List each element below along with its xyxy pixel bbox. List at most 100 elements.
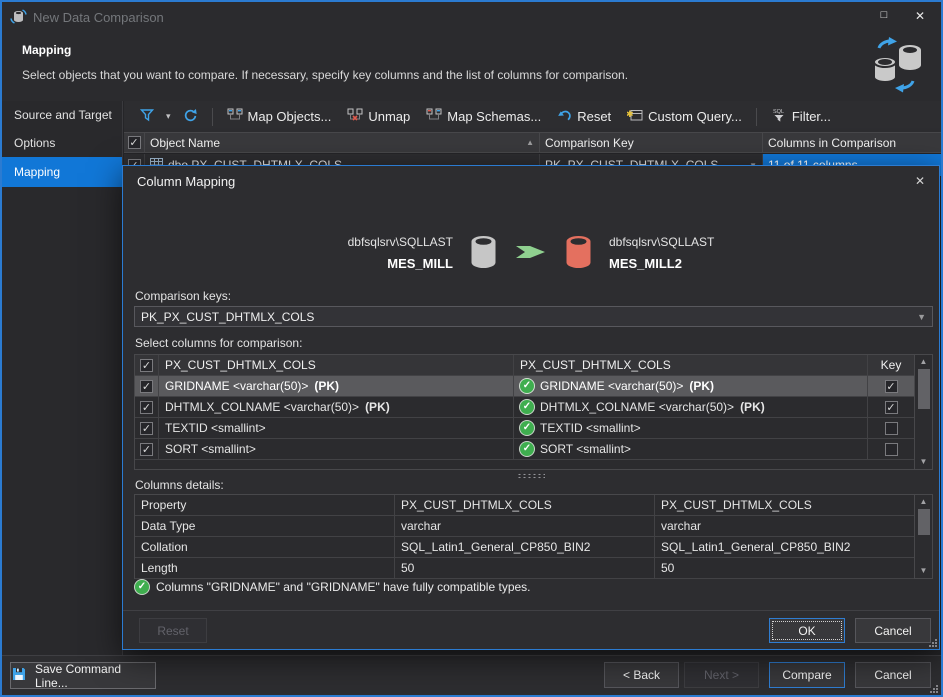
splitter-handle[interactable]: [517, 473, 545, 479]
refresh-button[interactable]: [177, 105, 204, 129]
mapped-ok-icon: [520, 442, 534, 456]
select-all-checkbox[interactable]: [128, 136, 141, 149]
column-header-object-name[interactable]: Object Name ▲: [145, 133, 540, 152]
columns-select-all-checkbox[interactable]: [140, 359, 153, 372]
dialog-close-button[interactable]: ✕: [915, 174, 925, 188]
window-resize-grip[interactable]: [928, 683, 938, 693]
columns-table-scrollbar[interactable]: ▲ ▼: [914, 355, 932, 469]
save-command-line-label: Save Command Line...: [35, 662, 155, 690]
page-description: Select objects that you want to compare.…: [22, 68, 628, 82]
dialog-reset-button[interactable]: Reset: [139, 618, 207, 643]
target-server-label: dbfsqlsrv\SQLLAST: [609, 232, 759, 253]
mapped-ok-icon: [520, 379, 534, 393]
sort-ascending-icon: ▲: [526, 138, 534, 147]
details-row-collation[interactable]: Collation SQL_Latin1_General_CP850_BIN2 …: [135, 537, 914, 558]
status-message: Columns "GRIDNAME" and "GRIDNAME" have f…: [156, 580, 531, 594]
row-checkbox[interactable]: [140, 401, 153, 414]
dialog-cancel-button[interactable]: Cancel: [855, 618, 931, 643]
reset-undo-icon: [557, 108, 572, 125]
columns-comparison-table: PX_CUST_DHTMLX_COLS PX_CUST_DHTMLX_COLS …: [134, 354, 933, 470]
target-table-header: PX_CUST_DHTMLX_COLS: [514, 355, 868, 375]
mapped-ok-icon: [520, 400, 534, 414]
column-mapping-dialog: Column Mapping ✕ dbfsqlsrv\SQLLAST MES_M…: [122, 165, 940, 650]
dialog-title: Column Mapping: [137, 174, 235, 189]
back-button[interactable]: < Back: [604, 662, 679, 688]
close-button[interactable]: ✕: [906, 9, 934, 27]
scroll-down-icon[interactable]: ▼: [915, 455, 932, 469]
key-checkbox[interactable]: [885, 443, 898, 456]
mapping-arrow-icon: [514, 243, 548, 264]
scroll-down-icon[interactable]: ▼: [915, 564, 932, 578]
details-table-scrollbar[interactable]: ▲ ▼: [914, 495, 932, 578]
filter-sql-button[interactable]: SQL Filter...: [765, 104, 837, 129]
unmap-button[interactable]: Unmap: [341, 105, 416, 128]
data-comparison-illustration-icon: [865, 35, 927, 98]
filter-funnel-icon: [140, 108, 154, 125]
column-header-comparison-key[interactable]: Comparison Key: [540, 133, 763, 152]
scroll-thumb[interactable]: [918, 369, 930, 409]
column-header-columns-in-comparison[interactable]: Columns in Comparison: [763, 133, 941, 152]
maximize-button[interactable]: □: [870, 9, 898, 27]
scroll-thumb[interactable]: [918, 509, 930, 535]
key-checkbox[interactable]: [885, 380, 898, 393]
row-checkbox[interactable]: [140, 380, 153, 393]
map-objects-icon: [227, 108, 243, 125]
dialog-button-separator: [123, 610, 939, 611]
map-objects-label: Map Objects...: [248, 109, 332, 124]
sidebar-item-mapping[interactable]: Mapping: [2, 157, 122, 187]
columns-details-label: Columns details:: [135, 478, 224, 492]
sidebar-item-options[interactable]: Options: [2, 129, 122, 157]
dialog-resize-grip[interactable]: [927, 637, 937, 647]
svg-text:✱: ✱: [627, 109, 634, 119]
filter-funnel-button[interactable]: [134, 105, 160, 128]
reset-mapping-label: Reset: [577, 109, 611, 124]
map-objects-button[interactable]: Map Objects...: [221, 105, 338, 128]
target-endpoint: dbfsqlsrv\SQLLAST MES_MILL2: [609, 232, 759, 274]
comparison-keys-combobox[interactable]: PK_PX_CUST_DHTMLX_COLS ▼: [134, 306, 933, 327]
source-server-label: dbfsqlsrv\SQLLAST: [303, 232, 453, 253]
wizard-header: Mapping Select objects that you want to …: [2, 33, 941, 101]
custom-query-button[interactable]: ✱ Custom Query...: [621, 105, 748, 128]
row-checkbox[interactable]: [140, 422, 153, 435]
source-database-icon: [469, 234, 498, 273]
window-cancel-button[interactable]: Cancel: [855, 662, 931, 688]
window-title: New Data Comparison: [33, 10, 164, 25]
dialog-ok-button[interactable]: OK: [769, 618, 845, 643]
next-button[interactable]: Next >: [684, 662, 759, 688]
filter-caret-button[interactable]: ▾: [164, 109, 173, 124]
compare-button[interactable]: Compare: [769, 662, 845, 688]
mapping-toolbar: ▾ Map Objects... Unmap: [124, 101, 941, 132]
combo-dropdown-icon[interactable]: ▼: [917, 312, 926, 322]
details-row-property[interactable]: Property PX_CUST_DHTMLX_COLS PX_CUST_DHT…: [135, 495, 914, 516]
column-row-dhtmlx-colname[interactable]: DHTMLX_COLNAME <varchar(50)>(PK) DHTMLX_…: [135, 397, 914, 418]
key-checkbox[interactable]: [885, 422, 898, 435]
row-checkbox[interactable]: [140, 443, 153, 456]
column-row-gridname[interactable]: GRIDNAME <varchar(50)>(PK) GRIDNAME <var…: [135, 376, 914, 397]
save-floppy-icon: [11, 666, 27, 685]
save-command-line-button[interactable]: Save Command Line...: [10, 662, 156, 689]
key-column-header: Key: [868, 355, 914, 375]
source-endpoint: dbfsqlsrv\SQLLAST MES_MILL: [303, 232, 453, 274]
objects-grid-header: Object Name ▲ Comparison Key Columns in …: [124, 132, 941, 153]
new-data-comparison-window: New Data Comparison □ ✕ Mapping Select o…: [0, 0, 943, 697]
column-row-sort[interactable]: SORT <smallint> SORT <smallint>: [135, 439, 914, 460]
sidebar-item-source-and-target[interactable]: Source and Target: [2, 101, 122, 129]
svg-text:SQL: SQL: [773, 109, 784, 115]
wizard-sidebar: Source and Target Options Mapping: [2, 101, 123, 655]
data-comparison-app-icon: [10, 8, 27, 28]
sql-filter-icon: SQL: [771, 107, 787, 126]
map-schemas-button[interactable]: Map Schemas...: [420, 105, 547, 128]
reset-mapping-button[interactable]: Reset: [551, 105, 617, 128]
details-row-data-type[interactable]: Data Type varchar varchar: [135, 516, 914, 537]
footer-bar: Save Command Line... < Back Next > Compa…: [2, 655, 941, 695]
comparison-keys-value: PK_PX_CUST_DHTMLX_COLS: [141, 310, 314, 324]
source-database-label: MES_MILL: [303, 253, 453, 274]
page-title: Mapping: [22, 43, 71, 57]
comparison-keys-label: Comparison keys:: [135, 289, 231, 303]
column-row-textid[interactable]: TEXTID <smallint> TEXTID <smallint>: [135, 418, 914, 439]
select-columns-label: Select columns for comparison:: [135, 336, 302, 350]
key-checkbox[interactable]: [885, 401, 898, 414]
scroll-up-icon[interactable]: ▲: [915, 495, 932, 509]
details-row-length[interactable]: Length 50 50: [135, 558, 914, 579]
scroll-up-icon[interactable]: ▲: [915, 355, 932, 369]
